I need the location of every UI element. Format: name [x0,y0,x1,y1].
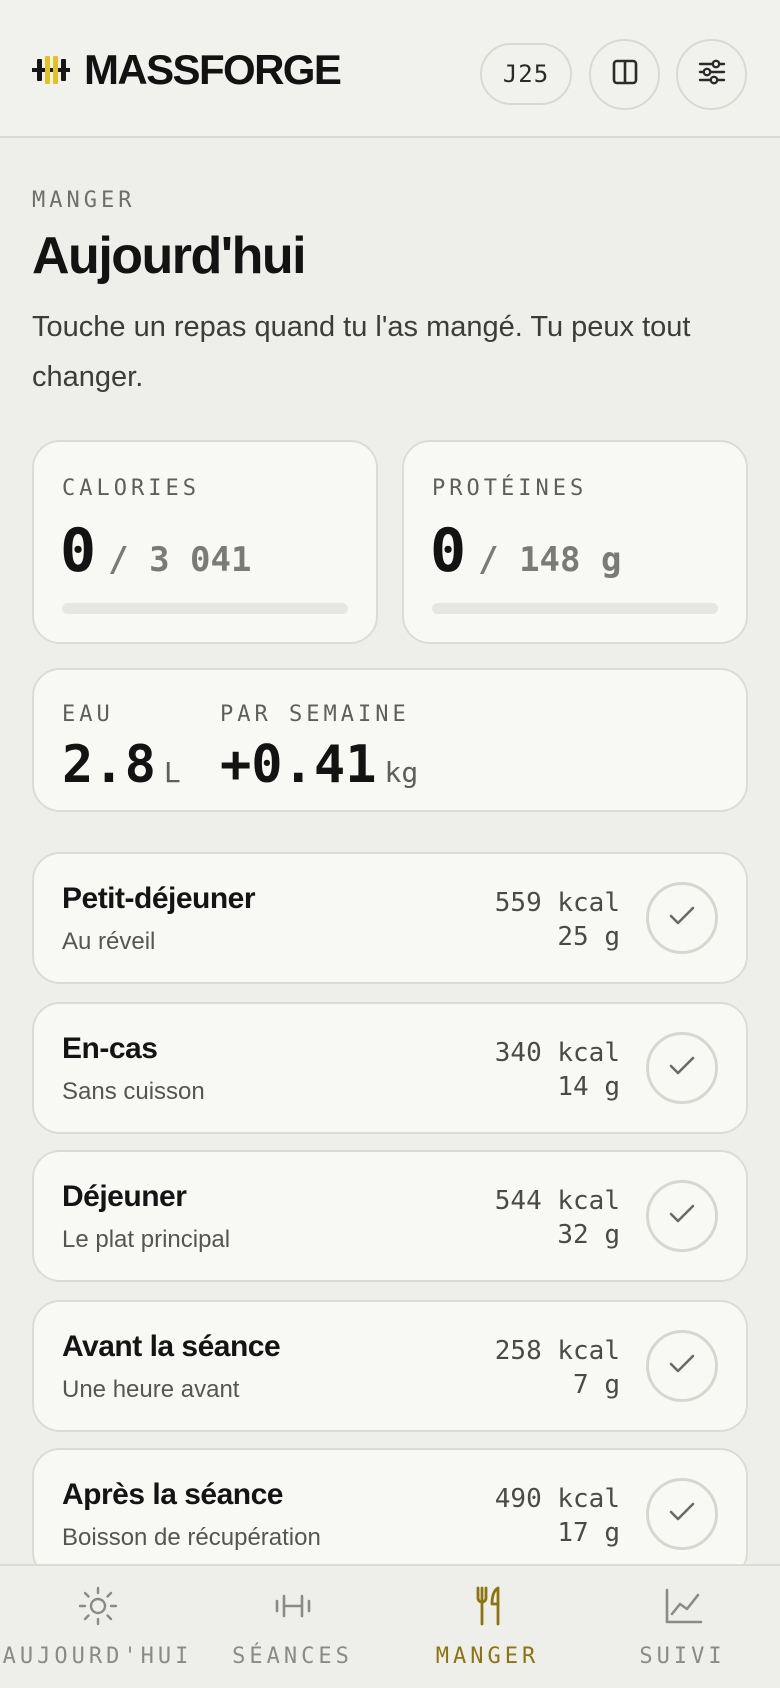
proteins-goal: / 148 g [478,540,622,580]
nav-item-suivi[interactable]: SUIVI [585,1566,780,1688]
meal-name: Petit-déjeuner [62,882,256,915]
calories-value: 0 [60,516,97,586]
check-icon [668,1055,696,1082]
calories-card: CALORIES 0 / 3 041 [32,440,378,644]
weekly-value: +0.41 [220,735,377,795]
check-icon [668,1203,696,1230]
meal-kcal: 340 kcal [494,1038,620,1068]
nav-label: MANGER [435,1644,540,1669]
meal-name: Après la séance [62,1478,283,1511]
meal-subtitle: Sans cuisson [62,1078,205,1105]
dumbbell-icon [271,1584,315,1628]
meal-item[interactable]: Déjeuner Le plat principal 544 kcal 32 g [32,1150,748,1282]
settings-button[interactable] [676,39,747,110]
check-icon [668,1501,696,1528]
meal-kcal: 258 kcal [494,1336,620,1366]
dumbbell-logo-icon [32,56,70,84]
meal-protein: 14 g [557,1072,620,1102]
chart-icon [661,1584,705,1628]
proteins-value: 0 [430,516,467,586]
fork-knife-icon [466,1584,510,1628]
meal-item[interactable]: Après la séance Boisson de récupération … [32,1448,748,1580]
nav-label: SÉANCES [232,1644,353,1669]
meal-check-button[interactable] [646,1032,718,1104]
weekly-unit: kg [384,756,419,789]
meal-item[interactable]: Avant la séance Une heure avant 258 kcal… [32,1300,748,1432]
meal-name: Avant la séance [62,1330,281,1363]
calories-goal: / 3 041 [108,540,252,580]
bottom-nav: AUJOURD'HUI SÉANCES MANGER SUIVI [0,1564,780,1688]
water-label: EAU [62,702,114,727]
proteins-card: PROTÉINES 0 / 148 g [402,440,748,644]
calories-label: CALORIES [62,476,200,501]
proteins-label: PROTÉINES [432,476,588,501]
brand-name: MASSFORGE [84,46,342,93]
nav-label: AUJOURD'HUI [2,1644,193,1669]
split-view-icon [611,58,639,91]
sun-icon [76,1584,120,1628]
weekly-metric: PAR SEMAINE +0.41 kg [220,702,418,795]
proteins-progress-bar [432,603,718,614]
metrics-card: EAU 2.8 L PAR SEMAINE +0.41 kg [32,668,748,812]
meal-subtitle: Au réveil [62,928,156,955]
brand-logo[interactable]: MASSFORGE [32,44,342,96]
meal-subtitle: Le plat principal [62,1226,231,1253]
weekly-label: PAR SEMAINE [220,702,410,727]
meal-name: En-cas [62,1032,158,1065]
check-icon [668,905,696,932]
meal-protein: 17 g [557,1518,620,1548]
sliders-icon [697,58,727,91]
meal-item[interactable]: En-cas Sans cuisson 340 kcal 14 g [32,1002,748,1134]
nav-item-seances[interactable]: SÉANCES [195,1566,390,1688]
meal-item[interactable]: Petit-déjeuner Au réveil 559 kcal 25 g [32,852,748,984]
page-title: Aujourd'hui [32,227,307,285]
water-value: 2.8 [62,735,156,795]
meal-subtitle: Une heure avant [62,1376,240,1403]
calories-progress-bar [62,603,348,614]
meal-subtitle: Boisson de récupération [62,1524,321,1551]
nav-item-manger[interactable]: MANGER [390,1566,585,1688]
meal-check-button[interactable] [646,1478,718,1550]
check-icon [668,1353,696,1380]
section-eyebrow: MANGER [32,188,136,213]
meal-protein: 25 g [557,922,620,952]
meal-kcal: 490 kcal [494,1484,620,1514]
meal-protein: 32 g [557,1220,620,1250]
meal-check-button[interactable] [646,1330,718,1402]
page-subtitle: Touche un repas quand tu l'as mangé. Tu … [32,311,691,393]
nav-item-aujourdhui[interactable]: AUJOURD'HUI [0,1566,195,1688]
nav-label: SUIVI [639,1644,726,1669]
meal-kcal: 559 kcal [494,888,620,918]
meal-kcal: 544 kcal [494,1186,620,1216]
day-badge-button[interactable]: J25 [480,43,572,105]
meal-name: Déjeuner [62,1180,187,1213]
split-view-button[interactable] [589,39,660,110]
meal-protein: 7 g [573,1370,620,1400]
water-unit: L [163,756,181,789]
meal-check-button[interactable] [646,882,718,954]
meal-check-button[interactable] [646,1180,718,1252]
water-metric: EAU 2.8 L [62,702,181,795]
app-header: MASSFORGE J25 [0,0,780,138]
